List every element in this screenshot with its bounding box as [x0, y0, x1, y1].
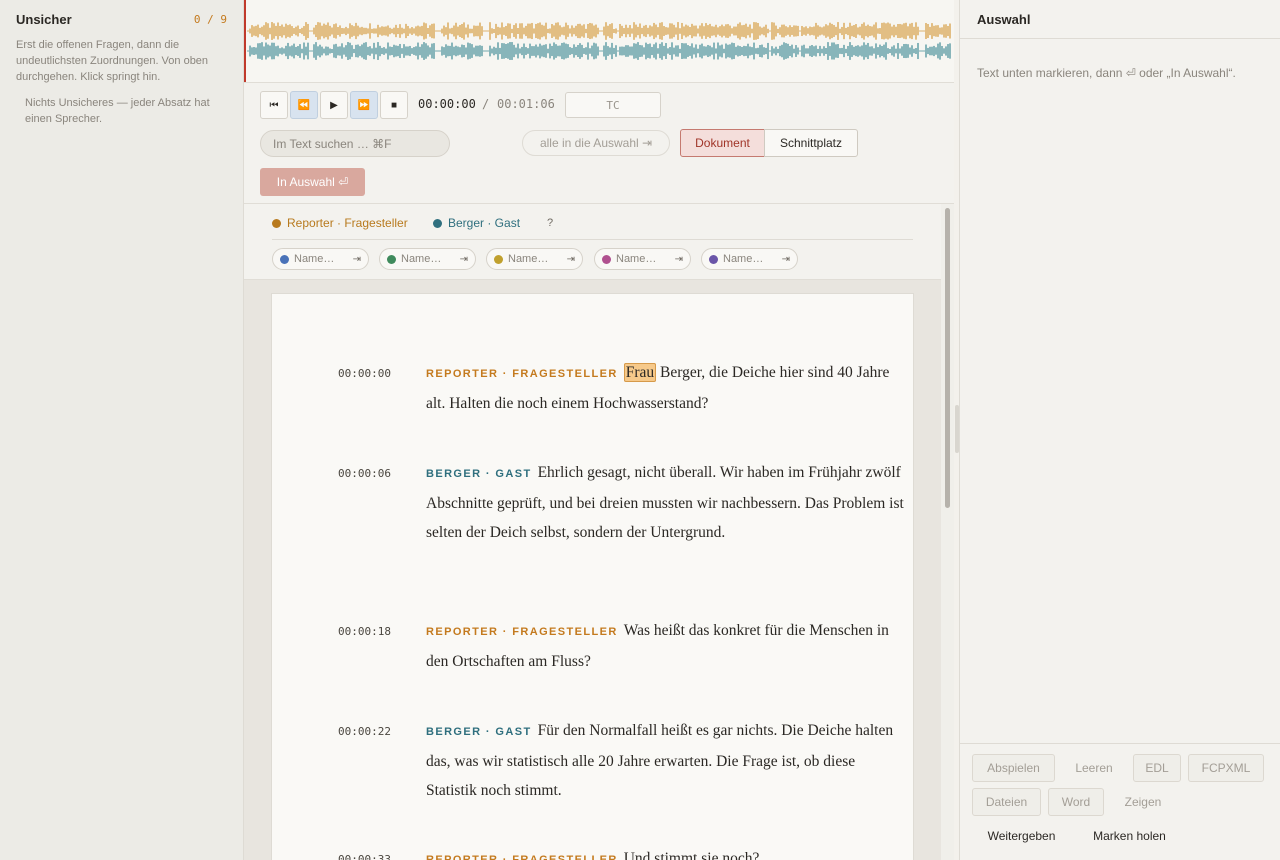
speaker-divider	[272, 239, 913, 240]
selection-actions: Abspielen Leeren EDL FCPXML Dateien Word…	[960, 743, 1280, 860]
speaker-name-input[interactable]: Name… ⇥	[594, 248, 691, 270]
paragraph-timestamp[interactable]: 00:00:18	[338, 625, 391, 638]
speaker-tag[interactable]: REPORTER · FRAGESTELLER	[426, 368, 618, 380]
paragraph-text[interactable]: REPORTER · FRAGESTELLER Was heißt das kon…	[426, 616, 906, 676]
transport-toolbar: ⏮ ⏪ ▶ ⏩ ■ 00:00:00 / 00:01:06 alle in di…	[244, 83, 954, 204]
play-selection-button[interactable]: Abspielen	[972, 754, 1055, 782]
speaker-tag[interactable]: REPORTER · FRAGESTELLER	[426, 626, 618, 638]
speaker-color-dot	[602, 254, 611, 264]
paragraph-timestamp[interactable]: 00:00:06	[338, 467, 391, 480]
play-button[interactable]: ▶	[320, 91, 348, 119]
all-to-selection-button[interactable]: alle in die Auswahl ⇥	[522, 130, 670, 156]
uncertain-help-text: Erst die offenen Fragen, dann die undeut…	[16, 39, 209, 83]
speaker-chip-reporter[interactable]: Reporter · Fragesteller	[272, 216, 408, 230]
current-time: 00:00:00	[418, 97, 476, 111]
stop-icon: ■	[390, 99, 398, 111]
paragraph-text[interactable]: BERGER · GAST Ehrlich gesagt, nicht übera…	[426, 458, 906, 547]
selection-panel: Auswahl Text unten markieren, dann ⏎ ode…	[959, 0, 1280, 860]
speaker-tag[interactable]: BERGER · GAST	[426, 468, 532, 480]
speaker-name-input[interactable]: Name… ⇥	[379, 248, 476, 270]
assign-arrow-icon[interactable]: ⇥	[353, 254, 361, 265]
speaker-label: Berger · Gast	[448, 216, 521, 230]
paragraph-timestamp[interactable]: 00:00:33	[338, 853, 391, 860]
assign-arrow-icon[interactable]: ⇥	[782, 254, 790, 265]
speaker-name-input[interactable]: Name… ⇥	[701, 248, 798, 270]
time-separator: /	[482, 97, 490, 111]
waveform-graphic	[247, 22, 951, 60]
uncertain-empty-message: Nichts Unsicheres — jeder Absatz hat ein…	[25, 97, 210, 125]
speaker-label: Reporter · Fragesteller	[287, 216, 408, 230]
paragraph-text[interactable]: REPORTER · FRAGESTELLER Und stimmt sie no…	[426, 844, 906, 860]
search-input[interactable]	[260, 130, 450, 157]
speaker-tag[interactable]: BERGER · GAST	[426, 726, 532, 738]
speaker-tag[interactable]: REPORTER · FRAGESTELLER	[426, 854, 618, 860]
document-scrollbar[interactable]	[941, 204, 954, 860]
transcript-page: 00:00:00 REPORTER · FRAGESTELLER Frau Berg…	[271, 293, 914, 860]
share-button[interactable]: Weitergeben	[972, 822, 1071, 850]
speaker-color-dot	[387, 254, 396, 264]
speaker-name-placeholder: Name…	[294, 253, 335, 265]
assign-arrow-icon[interactable]: ⇥	[675, 254, 683, 265]
stop-button[interactable]: ■	[380, 91, 408, 119]
highlighted-word[interactable]: Frau	[623, 363, 657, 382]
tab-document[interactable]: Dokument	[680, 129, 765, 157]
files-button[interactable]: Dateien	[972, 788, 1041, 816]
paragraph-timestamp[interactable]: 00:00:00	[338, 367, 391, 380]
speaker-color-dot	[709, 254, 718, 264]
scrollbar-thumb[interactable]	[945, 208, 950, 508]
speaker-help-button[interactable]: ?	[547, 217, 553, 229]
timecode-input[interactable]	[565, 92, 661, 118]
total-time: 00:01:06	[497, 97, 555, 111]
play-icon: ▶	[330, 99, 338, 111]
speaker-name-input[interactable]: Name… ⇥	[272, 248, 369, 270]
speaker-chip-guest[interactable]: Berger · Gast	[433, 216, 520, 230]
speaker-name-placeholder: Name…	[401, 253, 442, 265]
clear-button[interactable]: Leeren	[1062, 754, 1126, 782]
rewind-icon: ⏪	[297, 99, 311, 111]
speaker-color-dot	[280, 254, 289, 264]
uncertain-count: 0 / 9	[193, 13, 227, 26]
speaker-color-dot	[494, 254, 503, 264]
assign-arrow-icon[interactable]: ⇥	[460, 254, 468, 265]
speaker-name-input[interactable]: Name… ⇥	[486, 248, 583, 270]
fcpxml-export-button[interactable]: FCPXML	[1188, 754, 1264, 782]
tab-editing[interactable]: Schnittplatz	[764, 129, 858, 157]
speaker-color-dot	[272, 218, 281, 228]
show-button[interactable]: Zeigen	[1110, 788, 1176, 816]
waveform[interactable]	[244, 0, 954, 83]
fast-forward-button[interactable]: ⏩	[350, 91, 378, 119]
editor-area: ⏮ ⏪ ▶ ⏩ ■ 00:00:00 / 00:01:06 alle in di…	[244, 0, 954, 860]
assign-arrow-icon[interactable]: ⇥	[567, 254, 575, 265]
skip-start-icon: ⏮	[269, 99, 279, 111]
rewind-button[interactable]: ⏪	[290, 91, 318, 119]
paragraph-timestamp[interactable]: 00:00:22	[338, 725, 391, 738]
speaker-color-dot	[433, 218, 442, 228]
fetch-marks-button[interactable]: Marken holen	[1078, 822, 1181, 850]
playhead[interactable]	[244, 0, 246, 82]
uncertain-panel: Unsicher 0 / 9 Erst die offenen Fragen, …	[0, 0, 244, 860]
uncertain-title: Unsicher	[16, 12, 72, 27]
paragraph-text[interactable]: REPORTER · FRAGESTELLER Frau Berger, die …	[426, 358, 906, 418]
skip-start-button[interactable]: ⏮	[260, 91, 288, 119]
speaker-name-placeholder: Name…	[723, 253, 764, 265]
speaker-name-placeholder: Name…	[616, 253, 657, 265]
selection-hint: Text unten markieren, dann ⏎ oder „In Au…	[977, 66, 1236, 80]
paragraph-body[interactable]: Und stimmt sie noch?	[624, 850, 760, 860]
fast-forward-icon: ⏩	[357, 99, 371, 111]
paragraph-text[interactable]: BERGER · GAST Für den Normalfall heißt es…	[426, 716, 906, 805]
to-selection-button[interactable]: In Auswahl ⏎	[260, 168, 365, 196]
speaker-name-placeholder: Name…	[508, 253, 549, 265]
word-export-button[interactable]: Word	[1048, 788, 1104, 816]
selection-header: Auswahl	[960, 0, 1280, 39]
speaker-bar: Reporter · Fragesteller Berger · Gast ? …	[244, 204, 941, 280]
document-view: 00:00:00 REPORTER · FRAGESTELLER Frau Berg…	[244, 280, 941, 860]
selection-title: Auswahl	[977, 12, 1031, 27]
edl-export-button[interactable]: EDL	[1133, 754, 1181, 782]
